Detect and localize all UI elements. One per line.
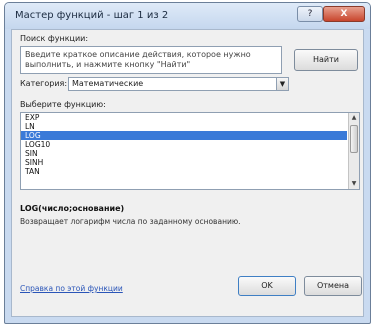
function-list-item[interactable]: LN [21, 122, 347, 131]
close-button[interactable]: X [323, 6, 365, 22]
title-bar: Мастер функций - шаг 1 из 2 ? X [5, 3, 370, 29]
ok-button[interactable]: OK [238, 276, 296, 296]
function-list-item[interactable]: LOG [21, 131, 347, 140]
function-syntax: LOG(число;основание) [20, 204, 125, 213]
cancel-button[interactable]: Отмена [304, 276, 362, 296]
scroll-thumb[interactable] [350, 125, 358, 153]
chevron-down-icon[interactable]: ▼ [276, 78, 288, 90]
function-list-item[interactable]: SIN [21, 149, 347, 158]
function-help-link[interactable]: Справка по этой функции [20, 284, 123, 293]
list-scrollbar[interactable]: ▲ ▼ [348, 113, 359, 189]
function-list-item[interactable]: SINH [21, 158, 347, 167]
search-label: Поиск функции: [20, 34, 89, 43]
function-description: Возвращает логарифм числа по заданному о… [20, 217, 241, 226]
dialog-title: Мастер функций - шаг 1 из 2 [15, 10, 169, 21]
help-button[interactable]: ? [297, 6, 323, 22]
function-list-item[interactable]: EXP [21, 113, 347, 122]
function-list-item[interactable]: LOG10 [21, 140, 347, 149]
scroll-down-icon[interactable]: ▼ [349, 179, 359, 189]
category-value: Математические [72, 79, 144, 88]
function-wizard-dialog: Мастер функций - шаг 1 из 2 ? X Поиск фу… [4, 2, 371, 324]
function-list[interactable]: EXP LN LOG LOG10 SIN SINH TAN ▲ ▼ [20, 112, 360, 190]
search-input[interactable]: Введите краткое описание действия, котор… [20, 46, 282, 74]
category-label: Категория: [20, 79, 68, 88]
scroll-up-icon[interactable]: ▲ [349, 113, 359, 123]
dialog-body: Поиск функции: Введите краткое описание … [11, 29, 364, 317]
category-select[interactable]: Математические ▼ [68, 77, 289, 91]
function-list-item[interactable]: TAN [21, 167, 347, 176]
function-list-label: Выберите функцию: [20, 100, 106, 109]
find-button[interactable]: Найти [294, 49, 358, 71]
